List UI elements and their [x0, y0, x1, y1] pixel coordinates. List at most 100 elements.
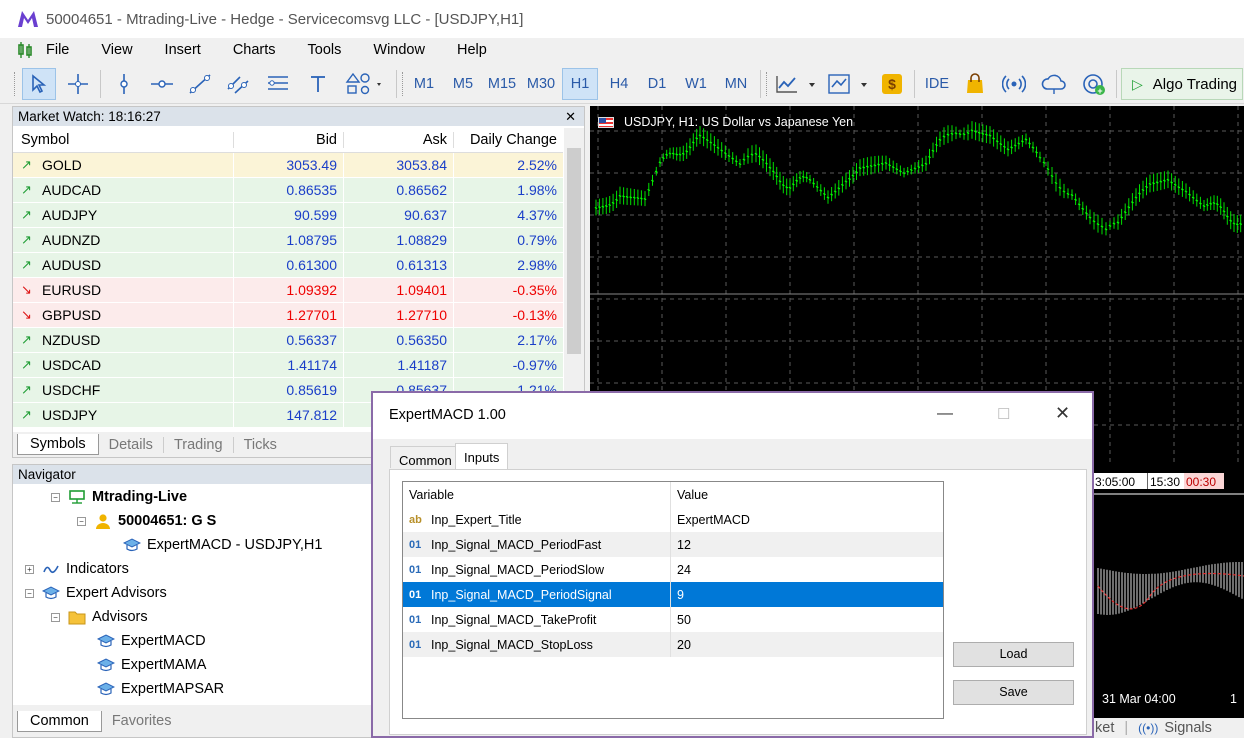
tree-item-expertmama[interactable]: ExpertMAMA	[97, 654, 206, 676]
scroll-thumb[interactable]	[567, 148, 581, 354]
input-row[interactable]: 01 Inp_Signal_MACD_PeriodFast 12	[403, 532, 943, 557]
broadcast-icon[interactable]	[998, 68, 1030, 100]
expand-icon[interactable]: +	[25, 564, 34, 574]
shapes-icon[interactable]	[340, 68, 388, 100]
timeframe-mn[interactable]: MN	[718, 68, 754, 100]
timeframe-m30[interactable]: M30	[522, 68, 560, 100]
tree-account[interactable]: − 50004651: G S	[77, 510, 216, 532]
indicators-icon[interactable]	[824, 68, 872, 100]
close-icon[interactable]: ✕	[565, 107, 576, 126]
table-row[interactable]: ↗ USDCAD 1.41174 1.41187 -0.97%	[13, 353, 563, 378]
table-row[interactable]: ↗ GOLD 3053.49 3053.84 2.52%	[13, 153, 563, 178]
ask-cell: 3053.84	[343, 153, 453, 177]
table-row[interactable]: ↗ AUDJPY 90.599 90.637 4.37%	[13, 203, 563, 228]
column-symbol[interactable]: Symbol	[13, 132, 233, 148]
tab-inputs[interactable]: Inputs	[455, 443, 509, 469]
collapse-icon[interactable]: −	[51, 492, 60, 502]
tree-indicators[interactable]: + Indicators	[25, 558, 129, 580]
table-row[interactable]: ↘ EURUSD 1.09392 1.09401 -0.35%	[13, 278, 563, 303]
vertical-line-icon[interactable]	[108, 68, 140, 100]
value-cell[interactable]: 20	[671, 638, 941, 652]
input-row[interactable]: ab Inp_Expert_Title ExpertMACD	[403, 507, 943, 532]
table-row[interactable]: ↗ AUDUSD 0.61300 0.61313 2.98%	[13, 253, 563, 278]
timeframe-m1[interactable]: M1	[408, 68, 440, 100]
signals-dollar-icon[interactable]: $	[878, 68, 906, 100]
maximize-icon[interactable]: ☐	[997, 405, 1010, 423]
timeframe-m5[interactable]: M5	[446, 68, 480, 100]
table-row[interactable]: ↗ AUDCAD 0.86535 0.86562 1.98%	[13, 178, 563, 203]
tab-signals[interactable]: Signals	[1164, 720, 1212, 736]
minimize-icon[interactable]: —	[937, 405, 953, 423]
input-row[interactable]: 01 Inp_Signal_MACD_StopLoss 20	[403, 632, 943, 657]
crosshair-icon[interactable]	[62, 68, 94, 100]
cursor-icon[interactable]	[22, 68, 56, 100]
table-row[interactable]: ↗ AUDNZD 1.08795 1.08829 0.79%	[13, 228, 563, 253]
trendline-icon[interactable]	[184, 68, 216, 100]
menu-file[interactable]: File	[46, 42, 69, 58]
toolbar-gripper[interactable]	[14, 72, 17, 96]
tree-attached-expert[interactable]: ExpertMACD - USDJPY,H1	[123, 534, 322, 556]
ide-button[interactable]: IDE	[920, 68, 954, 100]
tab-common[interactable]: Common	[17, 710, 102, 732]
column-bid[interactable]: Bid	[233, 132, 343, 148]
load-button[interactable]: Load	[953, 642, 1074, 667]
channel-icon[interactable]	[222, 68, 254, 100]
timeframe-h1[interactable]: H1	[562, 68, 598, 100]
cloud-icon[interactable]	[1038, 68, 1070, 100]
tab-details[interactable]: Details	[99, 437, 163, 453]
collapse-icon[interactable]: −	[77, 516, 86, 526]
value-cell[interactable]: 50	[671, 613, 941, 627]
value-cell[interactable]: 24	[671, 563, 941, 577]
algo-trading-button[interactable]: ▷ Algo Trading	[1121, 68, 1243, 100]
collapse-icon[interactable]: −	[25, 588, 34, 598]
value-cell[interactable]: ExpertMACD	[671, 513, 941, 527]
tab-favorites[interactable]: Favorites	[102, 713, 182, 729]
close-icon[interactable]: ✕	[1055, 403, 1070, 424]
integer-type-icon: 01	[409, 638, 422, 651]
market-watch-scrollbar[interactable]	[564, 128, 584, 432]
menu-tools[interactable]: Tools	[308, 42, 342, 58]
trend-up-icon: ↗	[21, 232, 32, 247]
timeframe-w1[interactable]: W1	[678, 68, 714, 100]
value-cell[interactable]: 12	[671, 538, 941, 552]
tree-expert-advisors[interactable]: − Expert Advisors	[25, 582, 167, 604]
table-row[interactable]: ↗ NZDUSD 0.56337 0.56350 2.17%	[13, 328, 563, 353]
app-menu-icon[interactable]	[18, 42, 34, 58]
tree-item-expertmacd[interactable]: ExpertMACD	[97, 630, 206, 652]
column-ask[interactable]: Ask	[343, 132, 453, 148]
horizontal-line-icon[interactable]	[146, 68, 178, 100]
value-cell[interactable]: 9	[671, 588, 941, 602]
tab-symbols[interactable]: Symbols	[17, 434, 99, 455]
input-row[interactable]: 01 Inp_Signal_MACD_PeriodSlow 24	[403, 557, 943, 582]
tab-ticks[interactable]: Ticks	[232, 436, 287, 453]
menu-view[interactable]: View	[101, 42, 132, 58]
table-row[interactable]: ↘ GBPUSD 1.27701 1.27710 -0.13%	[13, 303, 563, 328]
timeframe-d1[interactable]: D1	[640, 68, 674, 100]
save-button[interactable]: Save	[953, 680, 1074, 705]
text-icon[interactable]	[302, 68, 334, 100]
vps-icon[interactable]: +	[1078, 68, 1110, 100]
column-value[interactable]: Value	[671, 488, 941, 502]
tab-trading[interactable]: Trading	[162, 436, 233, 453]
timeframe-h4[interactable]: H4	[602, 68, 636, 100]
symbol-cell: ↗ NZDUSD	[13, 328, 233, 352]
fibonacci-icon[interactable]	[262, 68, 294, 100]
menu-window[interactable]: Window	[373, 42, 425, 58]
column-daily-change[interactable]: Daily Change	[453, 132, 563, 148]
menu-help[interactable]: Help	[457, 42, 487, 58]
tab-common[interactable]: Common	[390, 446, 461, 468]
input-row[interactable]: 01 Inp_Signal_MACD_PeriodSignal 9	[403, 582, 943, 607]
menu-charts[interactable]: Charts	[233, 42, 276, 58]
timeframe-m15[interactable]: M15	[484, 68, 520, 100]
tree-advisors-folder[interactable]: − Advisors	[51, 606, 148, 628]
chart-type-icon[interactable]	[772, 68, 820, 100]
collapse-icon[interactable]: −	[51, 612, 60, 622]
menu-insert[interactable]: Insert	[165, 42, 201, 58]
market-bag-icon[interactable]	[960, 68, 990, 100]
tree-item-expertmapsar[interactable]: ExpertMAPSAR	[97, 678, 224, 700]
column-variable[interactable]: Variable	[403, 482, 671, 507]
input-row[interactable]: 01 Inp_Signal_MACD_TakeProfit 50	[403, 607, 943, 632]
tab-market-partial[interactable]: ket	[1095, 720, 1114, 736]
candle-body	[1145, 185, 1148, 188]
tree-server[interactable]: − Mtrading-Live	[51, 486, 187, 508]
